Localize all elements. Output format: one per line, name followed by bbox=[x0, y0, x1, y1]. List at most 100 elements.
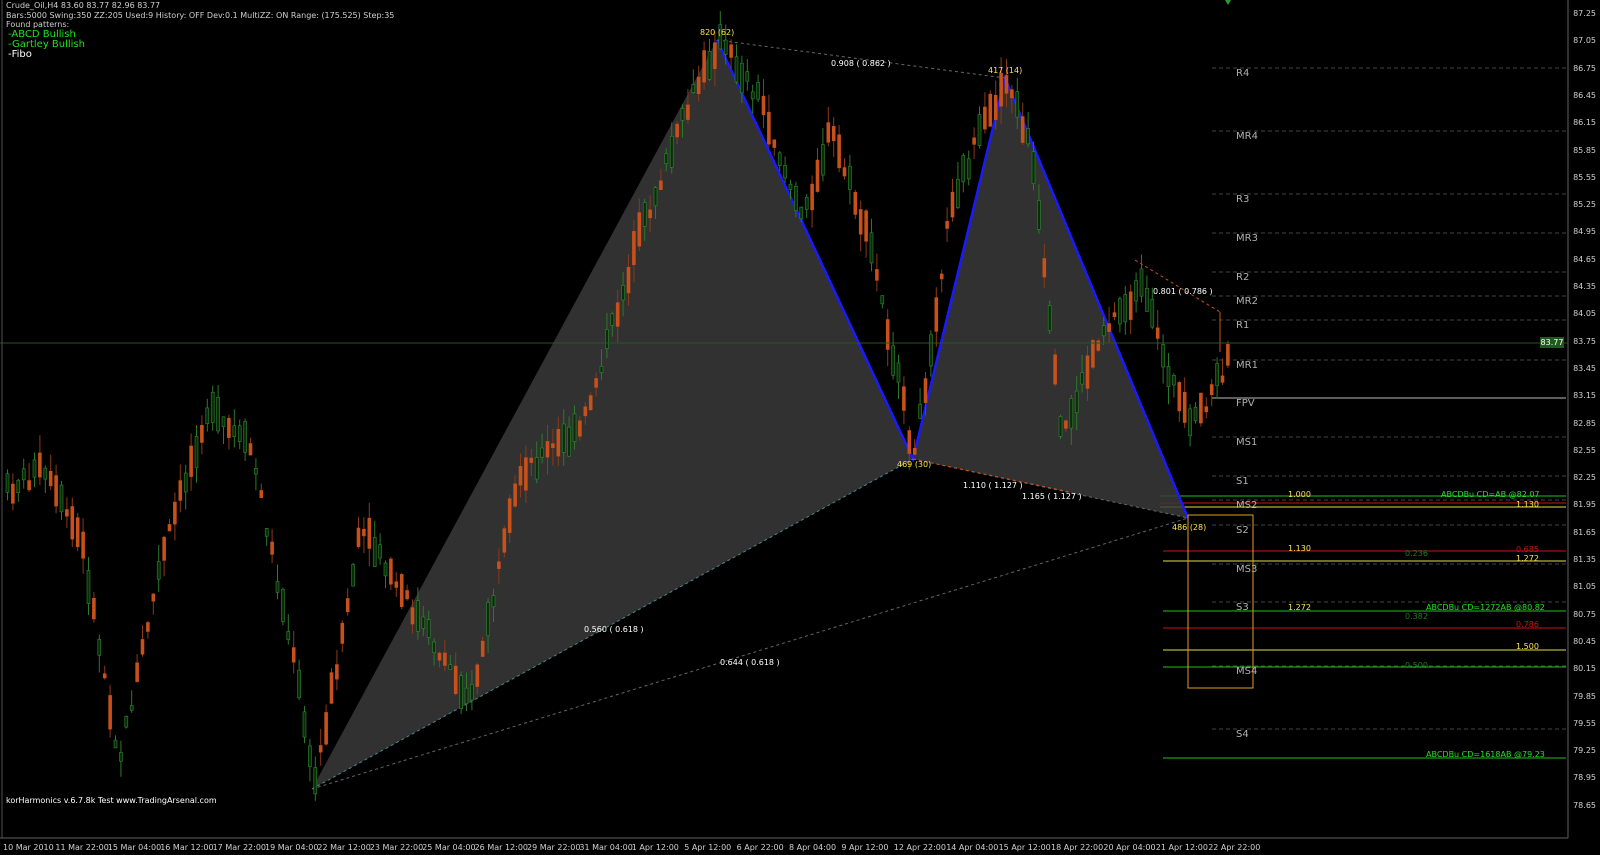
candle-body bbox=[394, 581, 399, 588]
candle-body bbox=[38, 452, 42, 478]
pattern-fibo: -Fibo bbox=[8, 49, 32, 60]
price-tick: 78.65 bbox=[1573, 800, 1596, 810]
time-tick: 11 Mar 22:00 bbox=[55, 843, 109, 852]
candle-body bbox=[529, 457, 534, 463]
fib-1272-right: 1.272 bbox=[1516, 554, 1539, 563]
time-tick: 6 Apr 22:00 bbox=[736, 843, 784, 852]
candle-body bbox=[470, 684, 474, 701]
candle-body bbox=[912, 447, 917, 455]
time-tick: 31 Mar 04:00 bbox=[579, 843, 633, 852]
candle-body bbox=[696, 76, 701, 95]
candle-body bbox=[129, 705, 134, 711]
candle-body bbox=[383, 562, 388, 577]
candle-body bbox=[340, 622, 345, 644]
candle-body bbox=[772, 139, 777, 148]
candle-body bbox=[853, 192, 858, 215]
price-tick: 81.95 bbox=[1573, 500, 1596, 510]
candle-body bbox=[335, 664, 339, 680]
candle-body bbox=[480, 640, 485, 657]
time-tick: 10 Mar 2010 bbox=[3, 843, 54, 852]
candle-body bbox=[907, 430, 912, 454]
price-tick: 79.55 bbox=[1573, 718, 1596, 728]
candle-body bbox=[691, 84, 696, 93]
candle-body bbox=[1177, 382, 1182, 412]
candle-body bbox=[615, 302, 620, 327]
candle-body bbox=[378, 544, 382, 559]
candle-body bbox=[588, 395, 593, 411]
candle-body bbox=[497, 561, 501, 569]
candle-body bbox=[475, 664, 480, 687]
found-patterns-label: Found patterns: bbox=[6, 20, 70, 29]
time-tick: 17 Mar 22:00 bbox=[212, 843, 267, 852]
candle-body bbox=[119, 752, 123, 762]
pivot-mr2: MR2 bbox=[1236, 296, 1258, 307]
price-tick: 80.45 bbox=[1573, 636, 1596, 646]
candle-body bbox=[572, 413, 577, 442]
candle-body bbox=[777, 152, 782, 166]
candle-body bbox=[297, 669, 301, 699]
candle-body bbox=[102, 673, 107, 679]
candle-body bbox=[707, 51, 712, 80]
candle-body bbox=[1004, 75, 1009, 94]
candle-body bbox=[702, 50, 706, 83]
candle-body bbox=[459, 675, 463, 709]
price-chart[interactable] bbox=[0, 0, 1600, 855]
price-tick: 87.25 bbox=[1573, 9, 1596, 18]
candle-body bbox=[1199, 392, 1203, 424]
abcd-target-1: ABCDBu CD=AB @82.07 bbox=[1441, 490, 1540, 499]
fib-levels bbox=[1160, 67, 1566, 759]
candle-body bbox=[621, 285, 625, 301]
price-tick: 84.05 bbox=[1573, 309, 1596, 319]
pivot-s1: S1 bbox=[1236, 476, 1249, 487]
symbol-info: Crude_Oil,H4 83.60 83.77 82.96 83.77 bbox=[6, 1, 161, 10]
candle-body bbox=[518, 466, 523, 486]
candle-body bbox=[669, 135, 674, 168]
candle-body bbox=[842, 167, 847, 177]
price-tick: 81.05 bbox=[1573, 582, 1596, 592]
candle-body bbox=[426, 619, 431, 638]
candle-body bbox=[664, 153, 669, 165]
candle-body bbox=[448, 664, 453, 670]
candle-body bbox=[173, 501, 177, 525]
candle-body bbox=[1064, 420, 1068, 429]
candle-body bbox=[1015, 91, 1020, 118]
candle-body bbox=[626, 266, 631, 294]
candle-body bbox=[200, 424, 204, 443]
candle-body bbox=[891, 345, 895, 376]
candle-body bbox=[313, 767, 318, 795]
candle-body bbox=[5, 473, 10, 493]
candle-body bbox=[248, 443, 253, 456]
time-tick: 5 Apr 12:00 bbox=[684, 843, 732, 852]
candle-body bbox=[43, 467, 48, 480]
candle-body bbox=[243, 421, 247, 453]
pivot-ms3: MS3 bbox=[1236, 564, 1258, 575]
candle-body bbox=[1096, 340, 1101, 351]
candle-body bbox=[97, 639, 102, 656]
candle-body bbox=[162, 536, 166, 561]
time-tick: 12 Apr 22:00 bbox=[893, 843, 946, 852]
candle-body bbox=[502, 528, 507, 553]
candle-body bbox=[761, 95, 766, 116]
price-tick: 85.85 bbox=[1573, 145, 1596, 155]
pivot-ms4: MS4 bbox=[1236, 666, 1258, 677]
candle-body bbox=[561, 423, 566, 453]
time-tick: 8 Apr 04:00 bbox=[789, 843, 837, 852]
ratio-ab: 0.560 ( 0.618 ) bbox=[584, 625, 644, 634]
price-tick: 80.75 bbox=[1573, 609, 1596, 619]
candle-body bbox=[464, 687, 469, 705]
candle-body bbox=[324, 712, 328, 745]
candle-body bbox=[794, 185, 798, 211]
pivot-fpv: FPV bbox=[1236, 398, 1255, 409]
footer-credit: korHarmonics v.6.7.8k Test www.TradingAr… bbox=[6, 796, 217, 805]
price-tick: 87.05 bbox=[1573, 36, 1596, 46]
price-tick: 82.55 bbox=[1573, 445, 1596, 455]
candle-body bbox=[972, 137, 976, 145]
candle-body bbox=[275, 581, 280, 593]
candle-body bbox=[988, 93, 993, 127]
point-x-label: 820 (62) bbox=[700, 28, 735, 37]
candle-body bbox=[54, 475, 58, 507]
price-tick: 81.65 bbox=[1573, 527, 1596, 537]
candle-body bbox=[513, 483, 517, 507]
candle-body bbox=[993, 94, 998, 120]
candle-body bbox=[810, 183, 814, 211]
